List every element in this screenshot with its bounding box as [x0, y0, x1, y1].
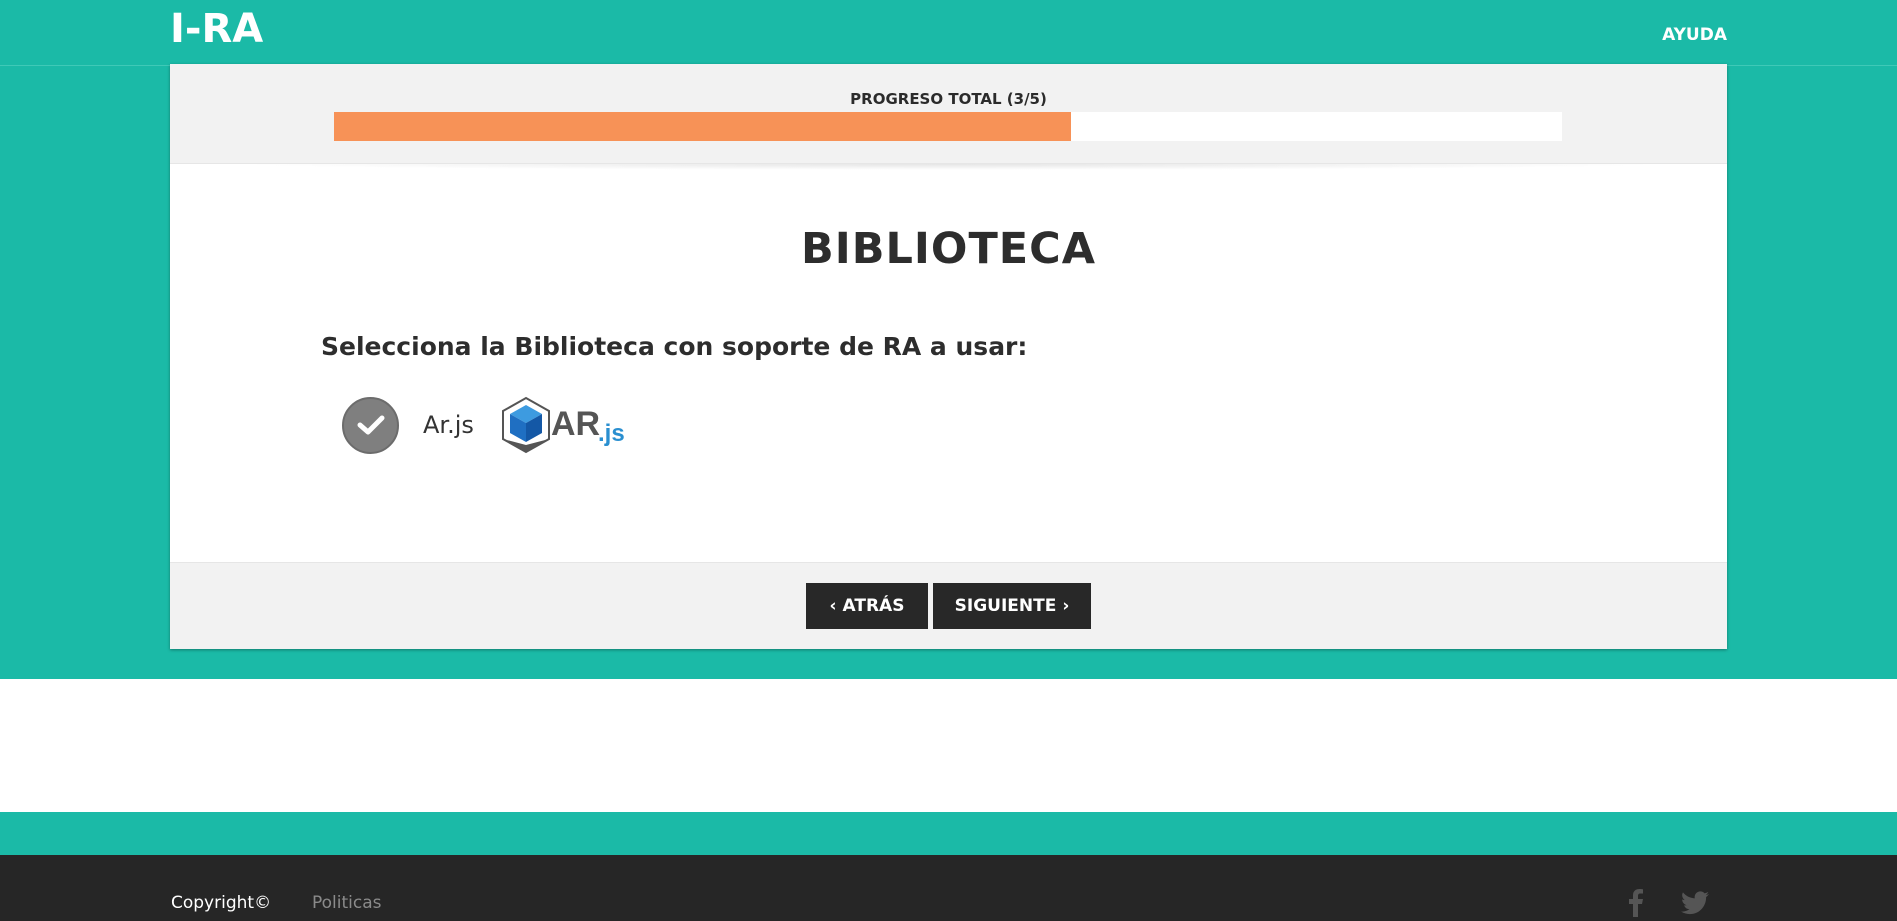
facebook-icon[interactable]: [1628, 889, 1644, 917]
help-link[interactable]: AYUDA: [1662, 25, 1727, 45]
progress-label: PROGRESO TOTAL (3/5): [850, 90, 1047, 108]
footer-band: [0, 812, 1897, 855]
site-footer: Copyright© Politicas: [0, 855, 1897, 921]
twitter-icon[interactable]: [1681, 891, 1709, 915]
progress-section: PROGRESO TOTAL (3/5): [170, 64, 1727, 164]
next-button-label: SIGUIENTE: [954, 596, 1057, 616]
back-button-label: ATRÁS: [842, 596, 905, 616]
progress-bar-fill: [334, 112, 1071, 141]
chevron-left-icon: ‹: [829, 596, 837, 616]
chevron-right-icon: ›: [1062, 596, 1070, 616]
svg-text:.js: .js: [598, 420, 625, 447]
library-option-arjs[interactable]: Ar.js AR .js: [342, 395, 630, 455]
svg-text:AR: AR: [551, 405, 600, 443]
site-logo[interactable]: I-RA: [170, 6, 263, 52]
wizard-card: PROGRESO TOTAL (3/5) BIBLIOTECA Seleccio…: [170, 64, 1727, 649]
page-title: BIBLIOTECA: [800, 224, 1097, 274]
navbar: I-RA AYUDA: [0, 0, 1897, 66]
copyright-text: Copyright©: [171, 893, 272, 913]
next-button[interactable]: SIGUIENTE ›: [933, 583, 1091, 629]
progress-bar: [334, 112, 1562, 141]
policies-link[interactable]: Politicas: [312, 893, 382, 913]
divider-shadow: [230, 164, 1670, 170]
check-icon[interactable]: [342, 396, 399, 454]
arjs-logo: AR .js: [501, 396, 625, 454]
library-option-label: Ar.js: [423, 411, 474, 439]
back-button[interactable]: ‹ ATRÁS: [806, 583, 928, 629]
wizard-actions: ‹ ATRÁS SIGUIENTE ›: [170, 562, 1727, 649]
library-question: Selecciona la Biblioteca con soporte de …: [321, 332, 1028, 361]
